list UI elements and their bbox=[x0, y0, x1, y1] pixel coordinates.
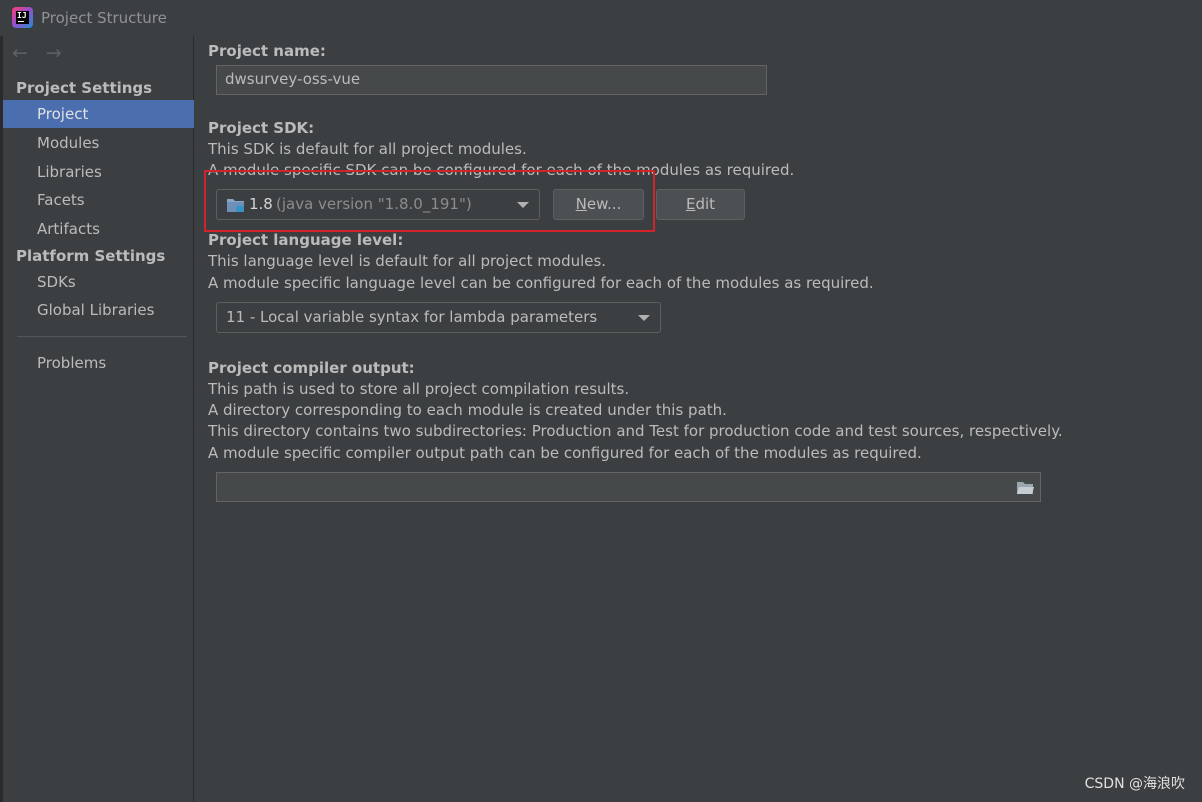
sidebar-separator bbox=[17, 336, 187, 337]
language-level-value: 11 - Local variable syntax for lambda pa… bbox=[226, 308, 598, 326]
forward-arrow-icon[interactable]: → bbox=[46, 42, 62, 64]
sidebar-item-libraries[interactable]: Libraries bbox=[3, 158, 194, 186]
title-bar: IJ Project Structure bbox=[0, 0, 1202, 36]
project-name-label: Project name: bbox=[208, 42, 326, 60]
compiler-output-path-field[interactable] bbox=[216, 472, 1041, 502]
project-settings-header: Project Settings bbox=[16, 79, 153, 97]
sidebar-item-global-libraries[interactable]: Global Libraries bbox=[3, 296, 194, 324]
browse-folder-icon[interactable] bbox=[1016, 480, 1034, 495]
intellij-app-icon: IJ bbox=[12, 7, 33, 28]
project-settings-panel: Project name: dwsurvey-oss-vue Project S… bbox=[195, 36, 1202, 802]
compiler-output-label: Project compiler output: bbox=[208, 359, 415, 377]
nav-arrows: ← → bbox=[12, 42, 62, 64]
sidebar-item-facets[interactable]: Facets bbox=[3, 186, 194, 214]
language-level-label: Project language level: bbox=[208, 231, 404, 249]
window-title: Project Structure bbox=[41, 9, 167, 27]
watermark: CSDN @海浪吹 bbox=[1084, 776, 1185, 792]
sidebar-item-sdks[interactable]: SDKs bbox=[3, 268, 194, 296]
sidebar: ← → Project Settings Project Modules Lib… bbox=[3, 36, 194, 802]
language-level-dropdown[interactable]: 11 - Local variable syntax for lambda pa… bbox=[216, 302, 661, 333]
compiler-output-desc-3: This directory contains two subdirectori… bbox=[208, 422, 1063, 440]
sidebar-item-project[interactable]: Project bbox=[3, 100, 194, 128]
edit-button-label: dit bbox=[695, 195, 716, 213]
compiler-output-desc-2: A directory corresponding to each module… bbox=[208, 401, 727, 419]
project-name-field[interactable]: dwsurvey-oss-vue bbox=[216, 65, 767, 95]
back-arrow-icon[interactable]: ← bbox=[12, 42, 28, 64]
annotation-highlight-box bbox=[204, 170, 655, 232]
edit-sdk-button[interactable]: Edit bbox=[656, 189, 745, 220]
compiler-output-desc-4: A module specific compiler output path c… bbox=[208, 444, 922, 462]
sidebar-item-problems[interactable]: Problems bbox=[3, 349, 194, 377]
chevron-down-icon bbox=[638, 315, 650, 321]
platform-settings-header: Platform Settings bbox=[16, 247, 166, 265]
compiler-output-desc-1: This path is used to store all project c… bbox=[208, 380, 630, 398]
sidebar-item-modules[interactable]: Modules bbox=[3, 129, 194, 157]
project-sdk-label: Project SDK: bbox=[208, 119, 315, 137]
language-level-desc-1: This language level is default for all p… bbox=[208, 252, 607, 270]
sidebar-item-artifacts[interactable]: Artifacts bbox=[3, 215, 194, 243]
project-sdk-desc-1: This SDK is default for all project modu… bbox=[208, 140, 527, 158]
language-level-desc-2: A module specific language level can be … bbox=[208, 274, 874, 292]
